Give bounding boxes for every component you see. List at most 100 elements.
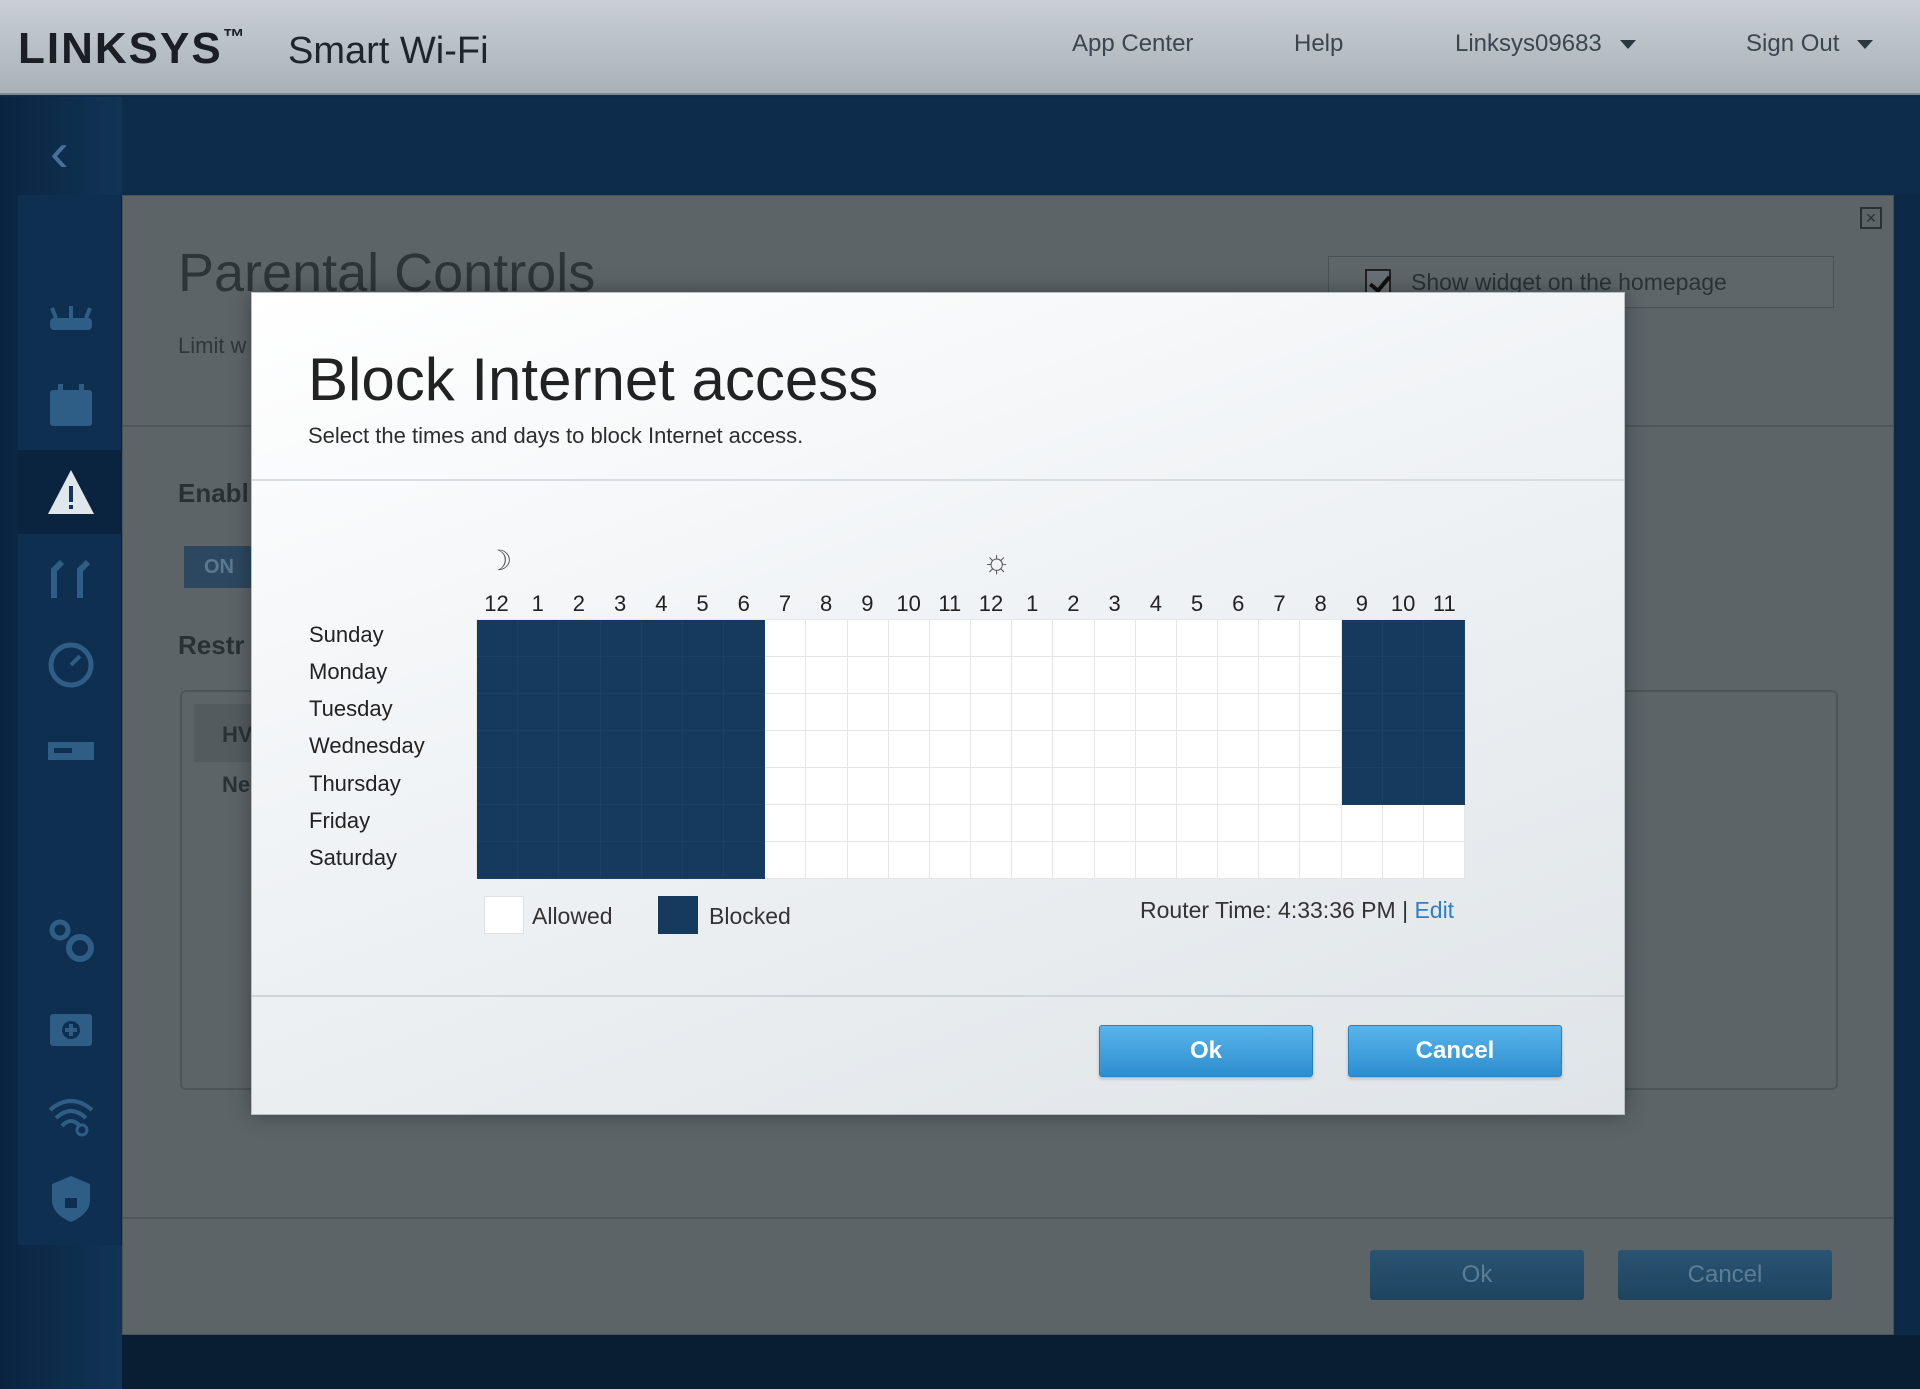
enable-toggle[interactable]: ON (184, 546, 254, 588)
schedule-cell-blocked[interactable] (682, 768, 724, 805)
schedule-cell-allowed[interactable] (1012, 768, 1054, 805)
schedule-cell-allowed[interactable] (929, 731, 971, 768)
schedule-cell-blocked[interactable] (1423, 657, 1465, 694)
schedule-cell-allowed[interactable] (847, 731, 889, 768)
schedule-cell-allowed[interactable] (847, 657, 889, 694)
schedule-cell-blocked[interactable] (724, 805, 766, 842)
schedule-cell-allowed[interactable] (929, 842, 971, 879)
schedule-cell-allowed[interactable] (1094, 768, 1136, 805)
schedule-cell-blocked[interactable] (1341, 620, 1383, 657)
schedule-cell-blocked[interactable] (682, 731, 724, 768)
schedule-cell-allowed[interactable] (1218, 694, 1260, 731)
schedule-cell-allowed[interactable] (1135, 768, 1177, 805)
schedule-cell-allowed[interactable] (806, 657, 848, 694)
settings-icon[interactable] (40, 910, 102, 972)
schedule-cell-allowed[interactable] (1218, 657, 1260, 694)
media-prioritization-icon[interactable] (40, 548, 102, 610)
calendar-icon[interactable] (40, 376, 102, 438)
schedule-cell-blocked[interactable] (682, 620, 724, 657)
schedule-cell-allowed[interactable] (847, 768, 889, 805)
schedule-cell-allowed[interactable] (1135, 731, 1177, 768)
schedule-cell-allowed[interactable] (888, 731, 930, 768)
schedule-cell-allowed[interactable] (765, 731, 807, 768)
schedule-cell-allowed[interactable] (888, 842, 930, 879)
sign-out-menu[interactable]: Sign Out (1746, 30, 1874, 58)
schedule-cell-allowed[interactable] (1053, 731, 1095, 768)
schedule-cell-blocked[interactable] (1382, 657, 1424, 694)
schedule-cell-blocked[interactable] (1423, 694, 1465, 731)
schedule-cell-allowed[interactable] (929, 805, 971, 842)
schedule-cell-blocked[interactable] (477, 657, 519, 694)
schedule-cell-blocked[interactable] (1423, 768, 1465, 805)
schedule-cell-allowed[interactable] (1094, 731, 1136, 768)
schedule-cell-blocked[interactable] (641, 620, 683, 657)
schedule-cell-blocked[interactable] (1423, 731, 1465, 768)
schedule-cell-blocked[interactable] (477, 768, 519, 805)
schedule-cell-allowed[interactable] (1012, 842, 1054, 879)
schedule-cell-allowed[interactable] (1259, 768, 1301, 805)
schedule-cell-allowed[interactable] (1300, 731, 1342, 768)
schedule-cell-blocked[interactable] (600, 768, 642, 805)
schedule-cell-allowed[interactable] (1259, 842, 1301, 879)
schedule-cell-allowed[interactable] (971, 694, 1013, 731)
schedule-cell-allowed[interactable] (1053, 805, 1095, 842)
schedule-cell-blocked[interactable] (1382, 768, 1424, 805)
schedule-cell-allowed[interactable] (1423, 805, 1465, 842)
schedule-cell-blocked[interactable] (600, 731, 642, 768)
panel-ok-button[interactable]: Ok (1370, 1250, 1584, 1300)
parental-controls-icon[interactable] (40, 462, 102, 524)
schedule-cell-allowed[interactable] (1300, 842, 1342, 879)
schedule-cell-allowed[interactable] (971, 768, 1013, 805)
security-icon[interactable] (40, 1168, 102, 1230)
schedule-cell-blocked[interactable] (477, 842, 519, 879)
schedule-cell-allowed[interactable] (1300, 657, 1342, 694)
schedule-cell-blocked[interactable] (559, 694, 601, 731)
schedule-cell-blocked[interactable] (724, 731, 766, 768)
schedule-cell-allowed[interactable] (1259, 694, 1301, 731)
list-item[interactable]: Ne (222, 772, 250, 798)
schedule-cell-blocked[interactable] (1341, 694, 1383, 731)
schedule-cell-allowed[interactable] (1012, 694, 1054, 731)
schedule-cell-allowed[interactable] (806, 731, 848, 768)
schedule-cell-blocked[interactable] (559, 768, 601, 805)
schedule-cell-allowed[interactable] (1135, 657, 1177, 694)
schedule-cell-blocked[interactable] (682, 657, 724, 694)
schedule-cell-blocked[interactable] (600, 657, 642, 694)
schedule-cell-allowed[interactable] (1341, 842, 1383, 879)
router-icon[interactable] (40, 290, 102, 352)
schedule-cell-allowed[interactable] (929, 657, 971, 694)
schedule-cell-allowed[interactable] (806, 620, 848, 657)
schedule-cell-blocked[interactable] (559, 620, 601, 657)
schedule-cell-blocked[interactable] (518, 694, 560, 731)
schedule-cell-allowed[interactable] (1012, 805, 1054, 842)
schedule-cell-blocked[interactable] (518, 620, 560, 657)
schedule-cell-blocked[interactable] (641, 731, 683, 768)
schedule-cell-blocked[interactable] (724, 842, 766, 879)
schedule-cell-blocked[interactable] (641, 768, 683, 805)
schedule-cell-allowed[interactable] (1218, 842, 1260, 879)
schedule-cell-allowed[interactable] (765, 768, 807, 805)
schedule-cell-blocked[interactable] (518, 842, 560, 879)
schedule-cell-blocked[interactable] (1341, 768, 1383, 805)
schedule-cell-allowed[interactable] (929, 768, 971, 805)
schedule-cell-allowed[interactable] (1012, 620, 1054, 657)
schedule-cell-allowed[interactable] (847, 620, 889, 657)
schedule-cell-allowed[interactable] (806, 842, 848, 879)
schedule-cell-allowed[interactable] (1176, 805, 1218, 842)
back-arrow-icon[interactable]: ‹ (50, 124, 69, 180)
schedule-cell-blocked[interactable] (1341, 731, 1383, 768)
ok-button[interactable]: Ok (1099, 1025, 1313, 1077)
schedule-cell-blocked[interactable] (724, 768, 766, 805)
schedule-cell-allowed[interactable] (1176, 768, 1218, 805)
schedule-cell-allowed[interactable] (806, 694, 848, 731)
schedule-cell-allowed[interactable] (847, 842, 889, 879)
troubleshooting-icon[interactable] (40, 996, 102, 1058)
schedule-cell-allowed[interactable] (1218, 731, 1260, 768)
schedule-cell-blocked[interactable] (1382, 694, 1424, 731)
schedule-cell-blocked[interactable] (559, 731, 601, 768)
schedule-cell-allowed[interactable] (765, 805, 807, 842)
schedule-cell-blocked[interactable] (641, 694, 683, 731)
schedule-cell-blocked[interactable] (559, 805, 601, 842)
schedule-cell-allowed[interactable] (888, 657, 930, 694)
schedule-cell-blocked[interactable] (477, 731, 519, 768)
